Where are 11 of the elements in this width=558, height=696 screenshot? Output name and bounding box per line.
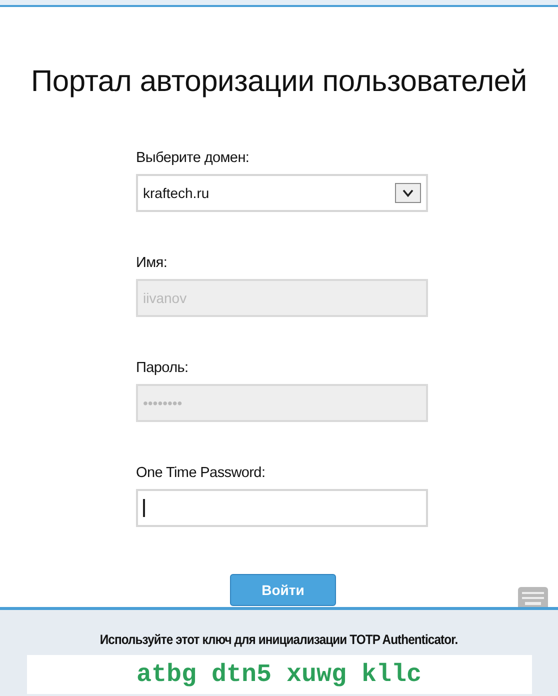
totp-hint: Используйте этот ключ для инициализации TOTP Authenticator. <box>100 632 458 647</box>
field-label: Выберите домен: <box>136 150 250 166</box>
field-label: Пароль: <box>136 360 188 376</box>
domain-dropdown[interactable]: kraftech.ru <box>136 174 428 212</box>
field-label: One Time Password: <box>136 464 266 481</box>
field-label: Имя: <box>136 254 168 271</box>
page-title: Портал авторизации пользователей <box>30 64 528 99</box>
login-button[interactable]: Войти <box>230 574 336 606</box>
totp-key: atbg dtn5 xuwg kllc <box>26 654 532 694</box>
dropdown-icon <box>395 182 421 203</box>
input-field[interactable] <box>136 488 428 527</box>
